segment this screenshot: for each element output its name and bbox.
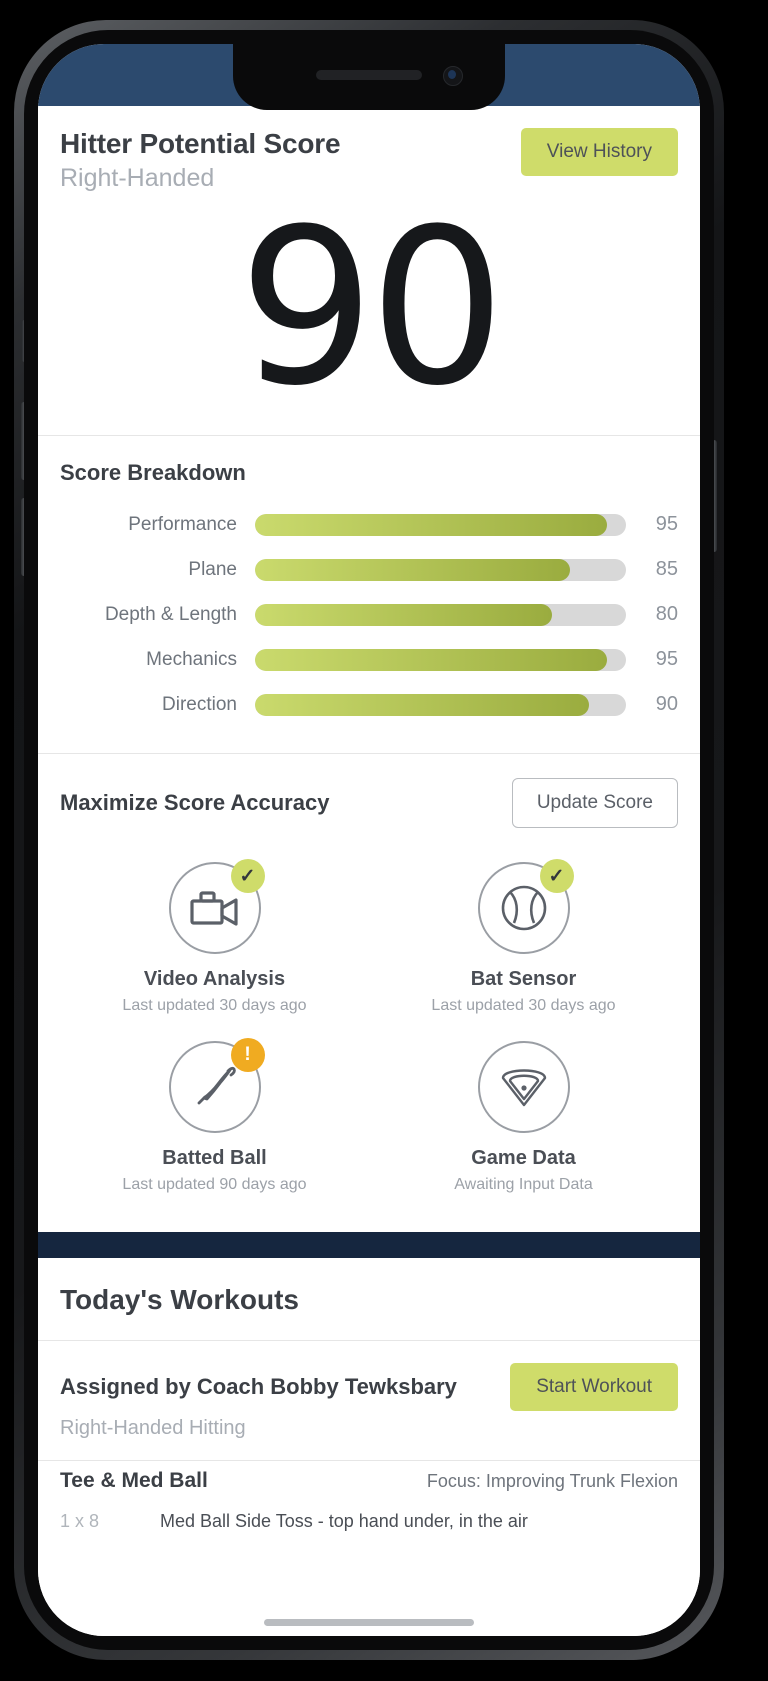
section-divider-band (38, 1232, 700, 1259)
breakdown-row: Performance 95 (60, 502, 678, 547)
notch (233, 44, 505, 110)
maximize-score-accuracy-section: Maximize Score Accuracy Update Score ✓ V… (38, 754, 700, 1232)
status-badge-check-icon: ✓ (539, 859, 574, 894)
app-content-scroll[interactable]: Hitter Potential Score Right-Handed View… (38, 106, 700, 1636)
exercise-description: Med Ball Side Toss - top hand under, in … (160, 1511, 528, 1532)
breakdown-value: 80 (655, 603, 678, 626)
data-source-name: Bat Sensor (470, 968, 577, 991)
assigned-by-label: Assigned by Coach Bobby Tewksbary (60, 1374, 457, 1400)
data-source-card-batted-ball[interactable]: ! Batted Ball Last updated 90 days ago (60, 1038, 369, 1194)
breakdown-label: Mechanics (146, 648, 237, 670)
breakdown-value: 95 (655, 513, 678, 536)
phone-frame: Hitter Potential Score Right-Handed View… (14, 20, 724, 1660)
breakdown-value: 90 (655, 693, 678, 716)
view-history-button[interactable]: View History (520, 128, 678, 176)
breakdown-row: Mechanics 95 (60, 637, 678, 682)
breakdown-bar-fill (255, 693, 589, 716)
breakdown-row: Direction 90 (60, 682, 678, 727)
breakdown-bar-track (255, 648, 626, 671)
breakdown-label: Direction (162, 693, 237, 715)
maximize-title: Maximize Score Accuracy (60, 790, 330, 816)
exercise-reps: 1 x 8 (60, 1511, 100, 1532)
breakdown-bar-track (255, 693, 626, 716)
data-source-name: Batted Ball (162, 1147, 267, 1170)
breakdown-bar-track (255, 603, 626, 626)
breakdown-label: Performance (128, 513, 237, 535)
maximize-header: Maximize Score Accuracy Update Score (60, 778, 678, 829)
start-workout-button[interactable]: Start Workout (510, 1363, 678, 1412)
breakdown-label: Depth & Length (104, 603, 237, 625)
breakdown-bar-fill (255, 558, 571, 581)
breakdown-value: 85 (655, 558, 678, 581)
data-source-status: Last updated 30 days ago (122, 997, 307, 1015)
data-source-card-game-data[interactable]: Game Data Awaiting Input Data (369, 1041, 678, 1194)
home-indicator[interactable] (264, 1619, 474, 1626)
data-source-grid: ✓ Video Analysis Last updated 30 days ag… (60, 828, 678, 1222)
breakdown-label: Plane (188, 558, 237, 580)
data-source-status: Last updated 90 days ago (122, 1176, 307, 1194)
data-source-card-bat-sensor[interactable]: ✓ Bat Sensor Last updated 30 days ago (369, 859, 678, 1015)
score-breakdown-title: Score Breakdown (60, 460, 246, 486)
data-source-name: Video Analysis (143, 968, 286, 991)
hitter-potential-score-value: 90 (238, 181, 506, 433)
breakdown-row: Plane 85 (60, 547, 678, 592)
breakdown-bar-fill (255, 603, 552, 626)
update-score-button[interactable]: Update Score (511, 778, 678, 829)
workout-block-focus: Focus: Improving Trunk Flexion (426, 1471, 678, 1492)
data-source-card-video-analysis[interactable]: ✓ Video Analysis Last updated 30 days ag… (60, 859, 369, 1015)
score-breakdown-section: Score Breakdown Performance 95 Plane 85 (38, 436, 700, 753)
breakdown-value: 95 (655, 648, 678, 671)
data-source-name: Game Data (471, 1147, 576, 1170)
earpiece-speaker-icon (316, 70, 422, 80)
workout-block-name: Tee & Med Ball (60, 1469, 208, 1493)
breakdown-row: Depth & Length 80 (60, 592, 678, 637)
field-diamond-icon (477, 1041, 570, 1134)
breakdown-bar-fill (255, 648, 608, 671)
status-badge-check-icon: ✓ (230, 859, 265, 894)
workout-assignment-header: Assigned by Coach Bobby Tewksbary Start … (38, 1341, 700, 1412)
data-source-status: Last updated 30 days ago (431, 997, 616, 1015)
status-badge-warning-icon: ! (230, 1038, 265, 1073)
workout-exercise-row[interactable]: 1 x 8 Med Ball Side Toss - top hand unde… (38, 1493, 700, 1532)
todays-workouts-title: Today's Workouts (60, 1284, 299, 1316)
breakdown-bar-track (255, 558, 626, 581)
front-camera-icon (443, 66, 463, 86)
breakdown-bar-track (255, 513, 626, 536)
workout-block-row[interactable]: Tee & Med Ball Focus: Improving Trunk Fl… (38, 1461, 700, 1493)
page-title: Hitter Potential Score (60, 128, 341, 159)
workout-type-label: Right-Handed Hitting (60, 1417, 246, 1440)
breakdown-bar-fill (255, 513, 608, 536)
data-source-status: Awaiting Input Data (454, 1176, 593, 1194)
data-source-icon-wrap: ✓ (168, 859, 265, 955)
data-source-icon-wrap: ! (168, 1038, 265, 1134)
data-source-icon-wrap: ✓ (477, 859, 574, 955)
data-source-icon-wrap (477, 1041, 570, 1134)
phone-screen: Hitter Potential Score Right-Handed View… (38, 44, 700, 1636)
